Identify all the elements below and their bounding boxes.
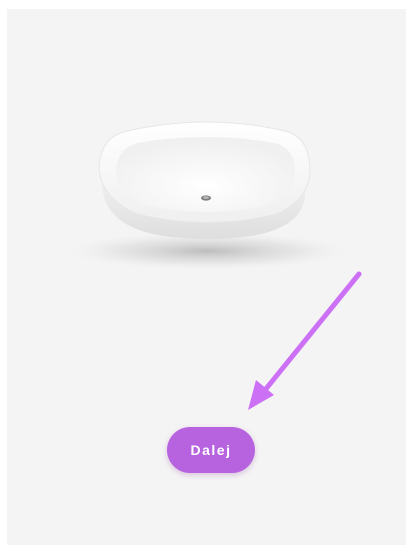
bathtub-image (57, 121, 357, 271)
next-button[interactable]: Dalej (167, 427, 255, 473)
content-panel: Dalej (7, 9, 406, 545)
